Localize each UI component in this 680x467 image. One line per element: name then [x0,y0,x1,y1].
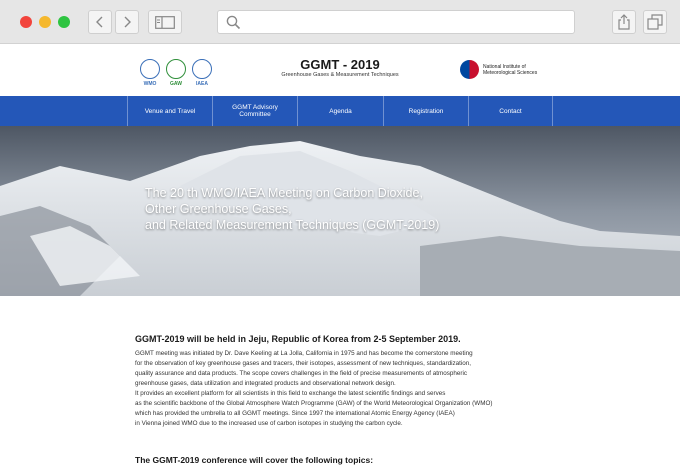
paragraph-line: quality assurance and data products. The… [135,370,468,377]
hero-title-line1: The 20 th WMO/IAEA Meeting on Carbon Dio… [145,186,423,200]
tabs-icon [647,14,663,30]
forward-button[interactable] [115,10,139,34]
intro-paragraph: GGMT meeting was initiated by Dr. Dave K… [135,349,555,429]
back-icon [96,16,103,28]
paragraph-line: in Vienna joined WMO due to the increase… [135,420,403,427]
paragraph-line: which has provided the umbrella to all G… [135,410,455,417]
wmo-logo-label: WMO [143,81,157,87]
site-title[interactable]: GGMT - 2019 [270,57,410,72]
gaw-logo[interactable]: GAW [166,59,186,87]
main-nav: Venue and Travel GGMT Advisory Committee… [0,96,680,126]
maximize-window-button[interactable] [58,16,70,28]
close-window-button[interactable] [20,16,32,28]
paragraph-line: for the observation of key greenhouse ga… [135,360,472,367]
nav-venue-travel[interactable]: Venue and Travel [127,96,212,126]
iaea-logo-label: IAEA [196,81,208,87]
back-button[interactable] [88,10,112,34]
nims-name-line2: Meteorological Sciences [483,70,538,76]
forward-icon [124,16,131,28]
tabs-overview-button[interactable] [643,10,667,34]
paragraph-line: as the scientific backbone of the Global… [135,400,493,407]
nav-agenda[interactable]: Agenda [297,96,383,126]
nav-committee-line2: Committee [239,111,271,118]
paragraph-line: It provides an excellent platform for al… [135,390,446,397]
hero-banner: The 20 th WMO/IAEA Meeting on Carbon Dio… [0,126,680,296]
nims-logo[interactable] [460,60,479,79]
nims-name: National Institute of Meteorological Sci… [483,64,543,76]
hero-title: The 20 th WMO/IAEA Meeting on Carbon Dio… [145,185,465,233]
share-icon [618,14,630,30]
site-header: WMO GAW IAEA GGMT - 2019 Greenhouse Gase… [0,45,680,96]
site-subtitle: Greenhouse Gases & Measurement Technique… [281,72,399,78]
nav-committee-line1: GGMT Advisory [232,104,278,111]
topics-heading: The GGMT-2019 conference will cover the … [135,455,374,465]
nav-advisory-committee[interactable]: GGMT Advisory Committee [212,96,297,126]
nav-registration[interactable]: Registration [383,96,468,126]
browser-toolbar [0,0,680,44]
minimize-window-button[interactable] [39,16,51,28]
gaw-logo-label: GAW [170,81,182,87]
wmo-logo[interactable]: WMO [140,59,160,87]
share-button[interactable] [612,10,636,34]
nav-contact[interactable]: Contact [468,96,553,126]
sidebar-icon [155,15,175,29]
partner-logos: WMO GAW IAEA [140,59,212,87]
sidebar-toggle-button[interactable] [148,10,182,34]
iaea-logo[interactable]: IAEA [192,59,212,87]
address-bar[interactable] [217,10,575,34]
event-headline: GGMT-2019 will be held in Jeju, Republic… [135,334,461,344]
paragraph-line: GGMT meeting was initiated by Dr. Dave K… [135,350,473,357]
hero-title-line2: Other Greenhouse Gases, [145,202,292,216]
hero-title-line3: and Related Measurement Techniques (GGMT… [145,218,440,232]
search-icon [226,15,241,30]
paragraph-line: greenhouse gases, data utilization and i… [135,380,396,387]
main-content: GGMT-2019 will be held in Jeju, Republic… [135,334,555,429]
